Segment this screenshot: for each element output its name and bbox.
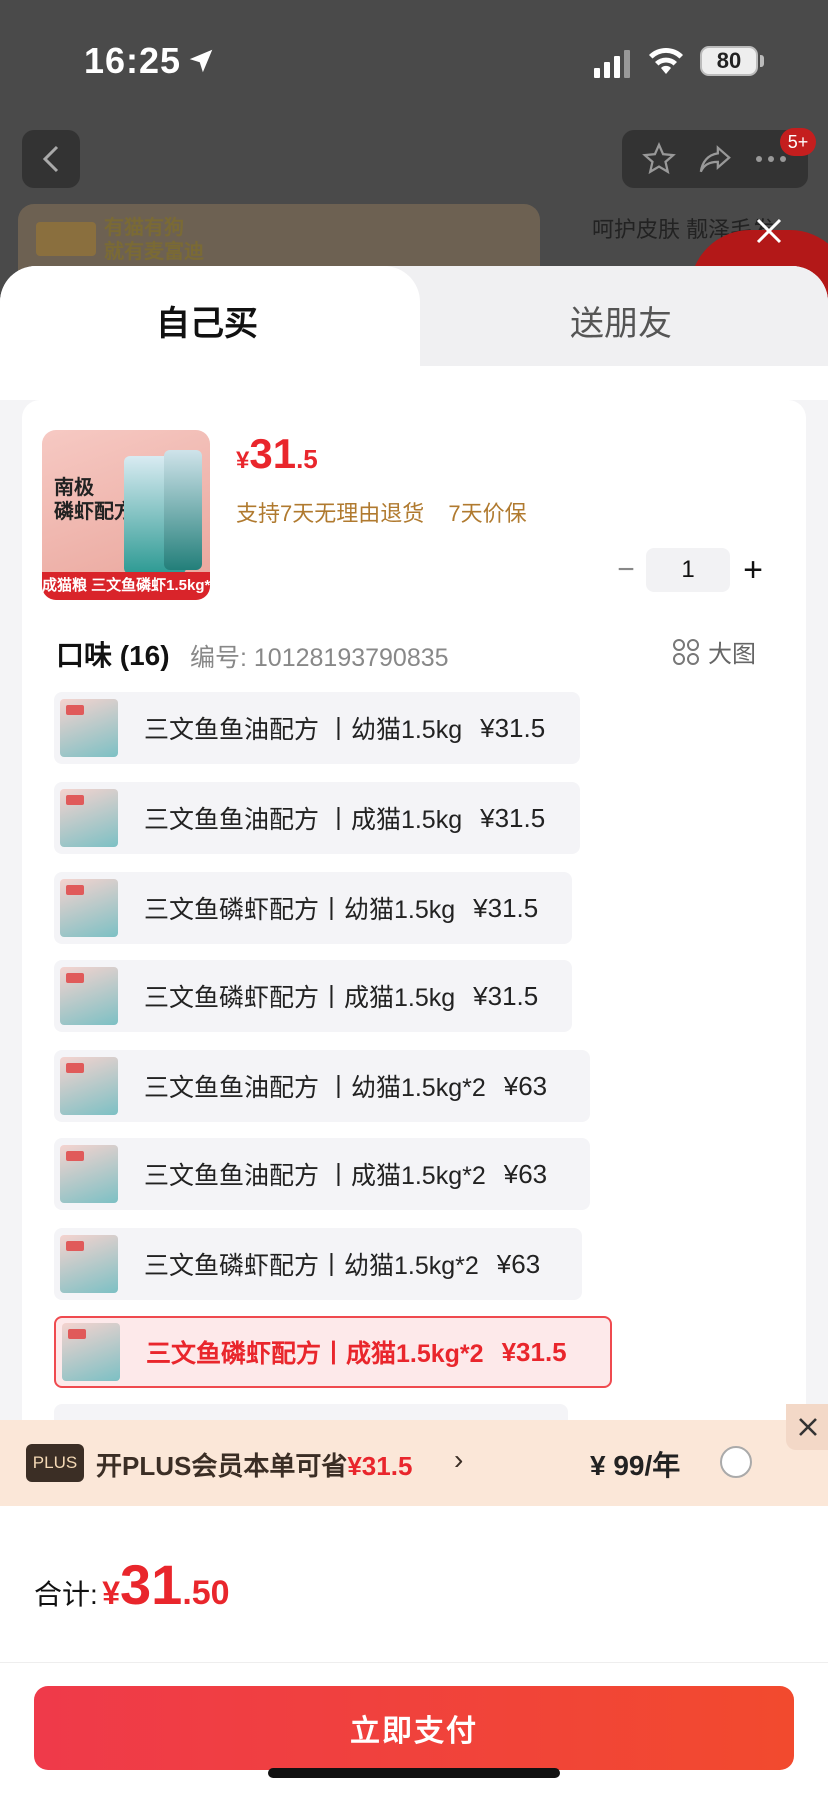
flavor-option-price: ¥31.5 — [501, 1336, 567, 1367]
battery-indicator: 80 — [700, 46, 758, 76]
quantity-stepper: − 1 + — [606, 548, 776, 592]
flavor-thumbnail — [60, 1057, 118, 1115]
background-page: 16:25 80 5+ 有猫有狗 就有麦富迪 呵护皮肤 靓泽毛发 — [0, 0, 828, 350]
big-image-label: 大图 — [708, 641, 756, 668]
price-currency: ¥ — [236, 447, 250, 474]
sku-number: 编号: 10128193790835 — [190, 644, 449, 672]
checkout-footer: 合计: ¥31.50 立即支付 — [0, 1506, 828, 1796]
banner-line-2: 就有麦富迪 — [104, 241, 204, 263]
flavor-option-price: ¥63 — [503, 1070, 548, 1101]
flavor-option-price: ¥31.5 — [480, 712, 546, 743]
flavor-option-label: 三文鱼磷虾配方丨幼猫1.5kg — [144, 896, 456, 924]
flavor-option-price: ¥31.5 — [473, 892, 539, 923]
location-arrow-icon — [189, 49, 213, 73]
flavor-option[interactable]: 三文鱼磷虾配方丨幼猫1.5kg ¥31.5 — [54, 872, 572, 944]
flavor-thumbnail — [60, 967, 118, 1025]
purchase-tabs: 送朋友 自己买 — [0, 266, 828, 400]
share-icon[interactable] — [697, 142, 733, 176]
total-currency: ¥ — [102, 1575, 121, 1611]
flavor-option-label: 三文鱼鱼油配方 丨幼猫1.5kg — [144, 716, 463, 744]
flavor-option[interactable]: 三文鱼磷虾配方丨幼猫1.5kg*2 ¥63 — [54, 1228, 582, 1300]
battery-tip — [760, 55, 764, 67]
chevron-left-icon — [42, 145, 59, 173]
product-image-strip: 成猫粮 三文鱼磷虾1.5kg*2 — [42, 572, 210, 600]
flavor-option-label: 三文鱼鱼油配方 丨幼猫1.5kg*2 — [144, 1074, 486, 1102]
return-guarantee: 支持7天无理由退货 7天价保 — [236, 501, 527, 526]
tab-friend[interactable]: 送朋友 — [436, 266, 828, 366]
flavor-option-selected[interactable]: 三文鱼磷虾配方丨成猫1.5kg*2 ¥31.5 — [54, 1316, 612, 1388]
product-bag-graphic-2 — [164, 450, 202, 570]
close-icon — [799, 1418, 817, 1436]
flavor-option[interactable]: 三文鱼鱼油配方 丨幼猫1.5kg ¥31.5 — [54, 692, 580, 764]
footer-divider — [0, 1662, 828, 1663]
total-integer: 31 — [120, 1553, 183, 1616]
cellular-signal-icon — [594, 50, 630, 78]
purchase-sheet: 送朋友 自己买 南极 磷虾配方 成猫粮 三文鱼磷虾1.5kg*2 ¥31.5 支… — [0, 266, 828, 1796]
tab-self-label: 自己买 — [156, 305, 258, 343]
flavor-thumbnail — [60, 1235, 118, 1293]
product-image-title: 南极 磷虾配方 — [54, 476, 134, 524]
product-image[interactable]: 南极 磷虾配方 成猫粮 三文鱼磷虾1.5kg*2 — [42, 430, 210, 600]
plus-promo-label: 开PLUS会员本单可省 — [96, 1451, 348, 1481]
grid-icon — [673, 638, 699, 665]
chevron-right-icon: › — [454, 1444, 464, 1475]
order-total: 合计: ¥31.50 — [34, 1552, 230, 1617]
status-bar: 16:25 80 — [0, 0, 828, 120]
big-image-toggle[interactable]: 大图 — [672, 634, 756, 669]
home-indicator[interactable] — [268, 1768, 560, 1778]
notification-badge: 5+ — [780, 128, 816, 156]
pay-now-button[interactable]: 立即支付 — [34, 1686, 794, 1770]
product-price: ¥31.5 — [236, 430, 318, 478]
decrease-quantity-button[interactable]: − — [606, 553, 646, 587]
plus-promo-text: 开PLUS会员本单可省¥31.5 — [96, 1446, 412, 1483]
banner-line-1: 有猫有狗 — [104, 217, 184, 239]
flavor-thumbnail — [60, 699, 118, 757]
brand-logo — [36, 222, 96, 256]
price-integer: 31 — [249, 430, 297, 477]
flavor-heading: 口味 (16) — [56, 640, 170, 671]
product-image-title-2: 磷虾配方 — [54, 501, 134, 523]
flavor-option-price: ¥31.5 — [480, 802, 546, 833]
flavor-option-price: ¥31.5 — [473, 980, 539, 1011]
plus-annual-price: ¥ 99/年 — [590, 1450, 681, 1481]
flavor-thumbnail — [60, 1145, 118, 1203]
status-time: 16:25 — [84, 40, 182, 81]
flavor-thumbnail — [62, 1323, 120, 1381]
tab-friend-label: 送朋友 — [570, 305, 672, 343]
total-decimal: .50 — [182, 1574, 230, 1612]
flavor-option[interactable]: 三文鱼鱼油配方 丨幼猫1.5kg*2 ¥63 — [54, 1050, 590, 1122]
product-image-title-1: 南极 — [54, 477, 94, 499]
tab-self[interactable]: 自己买 — [0, 266, 420, 400]
flavor-option-label: 三文鱼鱼油配方 丨成猫1.5kg*2 — [144, 1162, 486, 1190]
flavor-option[interactable]: 三文鱼鱼油配方 丨成猫1.5kg*2 ¥63 — [54, 1138, 590, 1210]
flavor-option-label: 三文鱼磷虾配方丨成猫1.5kg — [144, 984, 456, 1012]
flavor-thumbnail — [60, 879, 118, 937]
banner-text: 有猫有狗 就有麦富迪 — [104, 216, 204, 264]
back-button[interactable] — [22, 130, 80, 188]
flavor-option-price: ¥63 — [496, 1248, 541, 1279]
flavor-option-label: 三文鱼磷虾配方丨成猫1.5kg*2 — [146, 1340, 484, 1368]
flavor-option-label: 三文鱼磷虾配方丨幼猫1.5kg*2 — [144, 1252, 479, 1280]
flavor-thumbnail — [60, 789, 118, 847]
price-decimal: .5 — [296, 444, 318, 474]
flavor-option-price: ¥63 — [503, 1158, 548, 1189]
wifi-icon — [649, 47, 683, 74]
plus-save-amount: ¥31.5 — [347, 1451, 413, 1481]
flavor-option-label: 三文鱼鱼油配方 丨成猫1.5kg — [144, 806, 463, 834]
plus-tag: PLUS — [26, 1444, 84, 1482]
flavor-option[interactable]: 三文鱼磷虾配方丨成猫1.5kg ¥31.5 — [54, 960, 572, 1032]
plus-membership-bar[interactable]: PLUS 开PLUS会员本单可省¥31.5 › ¥ 99/年 — [0, 1404, 828, 1506]
total-label: 合计: — [34, 1579, 98, 1610]
quantity-value[interactable]: 1 — [646, 548, 730, 592]
increase-quantity-button[interactable]: + — [730, 551, 776, 590]
more-icon[interactable] — [754, 154, 788, 164]
flavor-option[interactable]: 三文鱼鱼油配方 丨成猫1.5kg ¥31.5 — [54, 782, 580, 854]
star-icon[interactable] — [642, 142, 677, 176]
plus-close-button[interactable] — [786, 1404, 828, 1450]
plus-select-radio[interactable] — [720, 1446, 752, 1478]
close-sheet-icon[interactable] — [752, 214, 786, 248]
